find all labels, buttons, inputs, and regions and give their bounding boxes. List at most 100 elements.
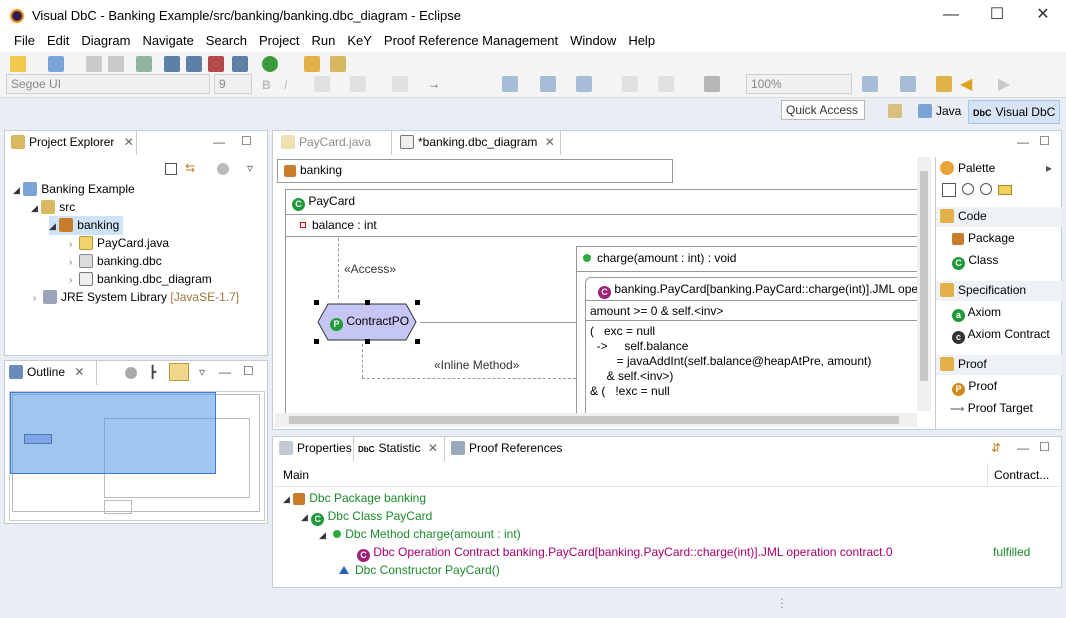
menu-proof-reference-management[interactable]: Proof Reference Management [378, 32, 564, 52]
collapse-all-icon[interactable] [165, 163, 177, 175]
vertical-scrollbar[interactable] [917, 157, 931, 411]
tab-proof-references[interactable]: Proof References [447, 437, 587, 461]
tree-item-paycard-java[interactable]: › PayCard.java [69, 234, 169, 254]
new-icon[interactable] [10, 56, 26, 72]
forward-icon[interactable]: ▶ [998, 74, 1010, 94]
outline-tree-icon[interactable] [125, 367, 137, 379]
filter-4-icon[interactable] [232, 56, 248, 72]
italic-button[interactable]: I [284, 78, 287, 92]
menu-search[interactable]: Search [200, 32, 253, 52]
tree-row-constructor[interactable]: Dbc Constructor PayCard() [339, 561, 500, 579]
close-icon[interactable]: ✕ [124, 135, 134, 149]
outline-thumbnail[interactable] [9, 391, 265, 521]
tree-row-method[interactable]: ◢ Dbc Method charge(amount : int) [319, 525, 521, 544]
tree-item-banking-package[interactable]: ◢ banking [49, 216, 124, 235]
save-icon[interactable] [86, 56, 102, 72]
close-icon[interactable]: ✕ [428, 441, 438, 455]
maximize-icon[interactable]: ☐ [241, 134, 252, 148]
palette-collapse-icon[interactable]: ▸ [1046, 161, 1052, 175]
select-all-icon[interactable] [502, 76, 518, 92]
outline-tab[interactable]: Outline ✕ [5, 361, 97, 385]
quick-access-input[interactable]: Quick Access [781, 100, 865, 120]
menu-key[interactable]: KeY [341, 32, 378, 52]
class-paycard-node[interactable]: C PayCard balance : int «Access» P Contr… [285, 189, 917, 413]
attribute-balance[interactable]: balance : int [300, 218, 377, 232]
prev-annotation-icon[interactable] [900, 76, 916, 92]
select-tool-icon[interactable] [942, 183, 956, 197]
palette-item-class[interactable]: C Class [952, 253, 998, 270]
menu-diagram[interactable]: Diagram [75, 32, 136, 52]
filter-2-icon[interactable] [186, 56, 202, 72]
menu-help[interactable]: Help [622, 32, 661, 52]
tree-row-class[interactable]: ◢ C Dbc Class PayCard [301, 507, 432, 526]
column-contract[interactable]: Contract... [987, 463, 1055, 487]
maximize-icon[interactable]: ☐ [243, 364, 254, 378]
tab-statistic[interactable]: DbC Statistic ✕ [353, 437, 445, 461]
line-width-icon[interactable] [658, 76, 674, 92]
tab-paycard-java[interactable]: PayCard.java [273, 131, 391, 155]
palette-group-proof[interactable]: Proof [936, 355, 1062, 375]
palette-item-axiom[interactable]: a Axiom [952, 305, 1001, 322]
contract-po-node[interactable]: P ContractPO [314, 300, 420, 344]
bold-button[interactable]: B [262, 78, 271, 92]
refresh-icon[interactable]: ⇵ [991, 441, 1001, 455]
filters-icon[interactable] [217, 163, 229, 175]
line-color-icon[interactable] [392, 76, 408, 92]
outline-overview-icon[interactable] [169, 363, 189, 381]
minimize-icon[interactable]: — [219, 365, 231, 379]
tree-item-banking-example[interactable]: ◢ Banking Example [13, 180, 135, 199]
arrange-icon[interactable] [540, 76, 556, 92]
zoom-out-icon[interactable] [980, 183, 992, 195]
line-style-icon[interactable]: → [428, 77, 440, 91]
palette-item-axiom-contract[interactable]: c Axiom Contract [952, 327, 1050, 344]
palette-item-proof-target[interactable]: ⟶ Proof Target [950, 401, 1033, 415]
menu-file[interactable]: File [8, 32, 41, 52]
menu-edit[interactable]: Edit [41, 32, 75, 52]
horizontal-scrollbar[interactable] [275, 413, 917, 427]
note-tool-icon[interactable] [998, 185, 1012, 195]
filter-icon[interactable] [164, 56, 180, 72]
next-annotation-icon[interactable] [862, 76, 878, 92]
operation-contract-node[interactable]: C banking.PayCard[banking.PayCard::charg… [585, 277, 917, 413]
zoom-in-icon[interactable] [962, 183, 974, 195]
run-icon[interactable] [262, 56, 278, 72]
view-menu-icon[interactable]: ▿ [247, 161, 253, 175]
perspective-java[interactable]: Java [914, 100, 965, 124]
zoom-combo[interactable]: 100% [746, 74, 852, 94]
palette-group-code[interactable]: Code [936, 207, 1062, 227]
palette-group-specification[interactable]: Specification [936, 281, 1062, 301]
tab-properties[interactable]: Properties [273, 437, 353, 461]
font-color-icon[interactable] [314, 76, 330, 92]
diagram-canvas[interactable]: banking C PayCard balance : int «Access»… [275, 157, 917, 413]
maximize-icon[interactable]: ☐ [1039, 440, 1050, 454]
outline-viewport[interactable] [10, 392, 216, 474]
save-all-icon[interactable] [108, 56, 124, 72]
outline-hierarchy-icon[interactable]: ┣ [149, 365, 156, 379]
column-main[interactable]: Main [283, 468, 309, 482]
tree-item-banking-dbc[interactable]: › banking.dbc [69, 252, 162, 272]
tree-row-contract[interactable]: C Dbc Operation Contract banking.PayCard… [357, 543, 893, 562]
project-explorer-tab[interactable]: Project Explorer ✕ [5, 131, 137, 155]
minimize-icon[interactable]: — [213, 135, 225, 149]
open-folder-icon[interactable] [304, 56, 320, 72]
last-edit-icon[interactable] [936, 76, 952, 92]
open-perspective-icon[interactable] [888, 104, 902, 118]
align-icon[interactable] [576, 76, 592, 92]
menu-run[interactable]: Run [305, 32, 341, 52]
perspective-visual-dbc[interactable]: DbC Visual DbC [968, 100, 1061, 124]
palette-item-proof[interactable]: P Proof [952, 379, 997, 396]
method-charge-node[interactable]: charge(amount : int) : void C banking.Pa… [576, 246, 917, 413]
tree-row-package[interactable]: ◢ Dbc Package banking [283, 489, 426, 508]
key-icon[interactable] [136, 56, 152, 72]
maximize-icon[interactable]: ☐ [1039, 134, 1050, 148]
close-icon[interactable]: ✕ [545, 135, 555, 149]
palette-item-package[interactable]: Package [952, 231, 1015, 245]
tree-item-jre[interactable]: › JRE System Library [JavaSE-1.7] [33, 288, 239, 308]
route-icon[interactable] [704, 76, 720, 92]
tree-item-banking-dbc-diagram[interactable]: › banking.dbc_diagram [69, 270, 212, 290]
pin-icon[interactable] [622, 76, 638, 92]
fill-color-icon[interactable] [350, 76, 366, 92]
back-icon[interactable]: ◀ [960, 74, 972, 94]
menu-project[interactable]: Project [253, 32, 305, 52]
minimize-button[interactable]: — [928, 0, 974, 32]
